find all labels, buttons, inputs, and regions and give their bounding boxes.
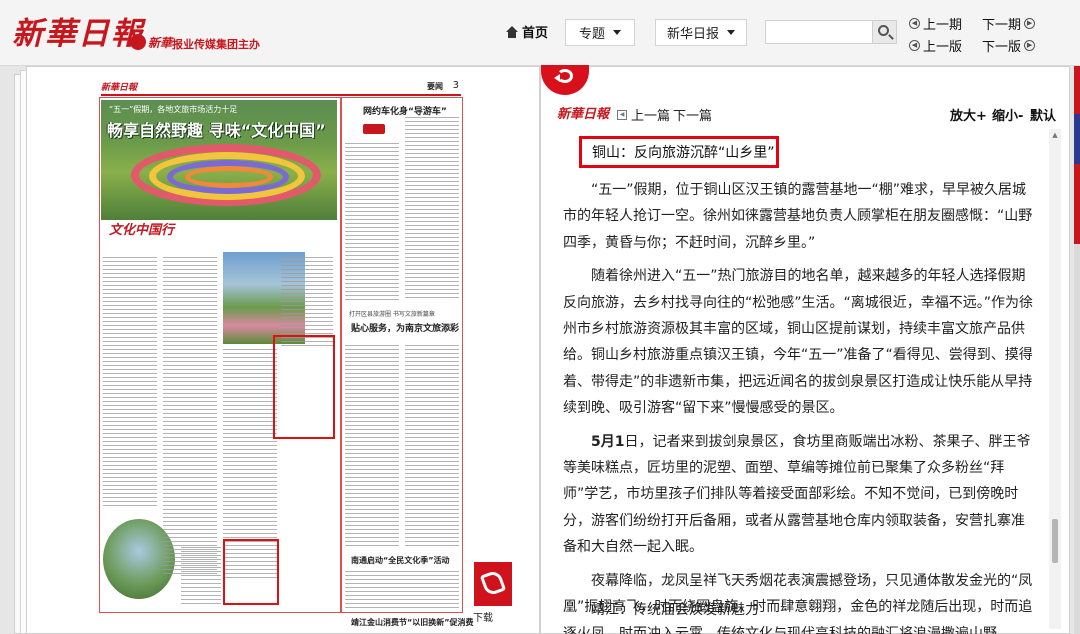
newspaper-header: 新華日報 要闻 3 [101, 80, 461, 96]
prev-article-label: 上一篇 [631, 109, 671, 124]
next-article-link[interactable]: 下一篇 [673, 105, 712, 124]
article-title-box: 铜山：反向旅游沉醉“山乡里” [579, 136, 779, 168]
article-body: “五一”假期，位于铜山区汉王镇的露营基地一“棚”难求，早早被久居城市的年轻人抢订… [563, 177, 1035, 634]
home-icon [506, 25, 518, 38]
scroll-up-arrow-icon[interactable]: ▲ [1049, 131, 1061, 139]
article-subhead: 靖江：传统庙会焕发新魅力 [591, 602, 759, 618]
next-edition-link[interactable]: 下一版 ▶ [982, 36, 1036, 55]
circle-left-arrow-icon: ◀ [909, 18, 920, 29]
next-issue-label: 下一期 [982, 18, 1022, 33]
back-arrow-icon [554, 69, 573, 83]
pdf-icon [479, 569, 507, 597]
article-panel: 新華日報 ◀ 上一篇 下一篇 放大+ 缩小- 默认 铜山：反向旅游沉醉“山乡里”… [540, 65, 1070, 634]
next-edition-label: 下一版 [982, 40, 1022, 55]
back-button[interactable] [541, 65, 589, 95]
prev-issue-link[interactable]: ◀ 上一期 [909, 14, 962, 33]
paper-dropdown-label: 新华日报 [666, 27, 719, 42]
zoom-in-button[interactable]: 放大+ [950, 105, 987, 124]
circle-left-arrow-icon: ◀ [909, 40, 920, 51]
newspaper-page-number: 3 [452, 80, 459, 91]
circle-right-arrow-icon: ▶ [1024, 18, 1036, 29]
article-region-outline[interactable] [223, 539, 279, 605]
caret-down-icon [613, 30, 621, 35]
zoom-out-button[interactable]: 缩小- [992, 105, 1023, 124]
prev-edition-link[interactable]: ◀ 上一版 [909, 36, 962, 55]
topic-dropdown-label: 专题 [578, 27, 605, 42]
article-title: 铜山：反向旅游沉醉“山乡里” [592, 145, 775, 161]
article-paragraph: “五一”假期，位于铜山区汉王镇的露营基地一“棚”难求，早早被久居城市的年轻人抢订… [563, 182, 1033, 251]
home-link[interactable]: 首页 [506, 22, 548, 41]
article-paragraph: 5月1日，记者来到拔剑泉景区，食坊里商贩端出冰粉、茶果子、胖王爷等美味糕点，匠坊… [563, 429, 1035, 561]
selected-article-outline[interactable] [273, 335, 335, 439]
search-button[interactable] [873, 20, 897, 44]
top-bar: 新華日報 新華 报业传媒集团主办 首页 专题 新华日报 ◀ 上一期 下一期 ▶ … [0, 0, 1080, 66]
edge-tab[interactable] [1074, 164, 1080, 244]
newspaper-logo: 新華日報 [101, 83, 138, 93]
site-logo[interactable]: 新華日報 [12, 8, 144, 53]
article-headline[interactable]: 靖江金山消费节“以旧换新”促消费 [351, 617, 474, 628]
newspaper-page[interactable]: 新華日報 要闻 3 “五一”假期，各地文旅市场活力十足 畅享自然野趣 寻味“文化… [26, 66, 540, 634]
topic-dropdown[interactable]: 专题 [565, 19, 635, 46]
prev-article-link[interactable]: ◀ 上一篇 [617, 105, 670, 124]
edge-tab[interactable] [1074, 114, 1080, 164]
square-left-arrow-icon: ◀ [617, 109, 627, 120]
home-label: 首页 [522, 26, 549, 41]
article-paragraph: 随着徐州进入“五一”热门旅游目的地名单，越来越多的年轻人选择假期反向旅游，去乡村… [563, 268, 1034, 417]
paragraph-text: 日，记者来到拔剑泉景区，食坊里商贩端出冰粉、茶果子、胖王爷等美味糕点，匠坊里的泥… [563, 433, 1031, 556]
group-logo-text: 报业传媒集团主办 [172, 38, 260, 51]
date-highlight: 5月1 [591, 433, 625, 450]
circle-right-arrow-icon: ▶ [1024, 40, 1036, 51]
scrollbar[interactable]: ▲ [1049, 129, 1061, 629]
paper-dropdown[interactable]: 新华日报 [655, 19, 747, 46]
zoom-default-button[interactable]: 默认 [1030, 105, 1056, 124]
scrollbar-thumb[interactable] [1052, 519, 1058, 563]
search-icon [878, 25, 889, 36]
pdf-download-label[interactable]: 下载 [473, 609, 493, 624]
edge-tab [1074, 244, 1080, 634]
newspaper-section: 要闻 [427, 82, 443, 91]
edge-tab[interactable] [1074, 66, 1080, 114]
prev-issue-label: 上一期 [923, 18, 963, 33]
caret-down-icon [727, 30, 735, 35]
group-logo-brand: 新華 [148, 36, 173, 50]
article-logo: 新華日報 [557, 107, 610, 122]
group-logo-mark [130, 34, 146, 50]
pdf-download-button[interactable] [474, 562, 512, 606]
prev-edition-label: 上一版 [923, 40, 963, 55]
next-issue-link[interactable]: 下一期 ▶ [982, 14, 1036, 33]
article-region-outline[interactable] [341, 97, 463, 613]
search-input[interactable] [765, 20, 873, 44]
